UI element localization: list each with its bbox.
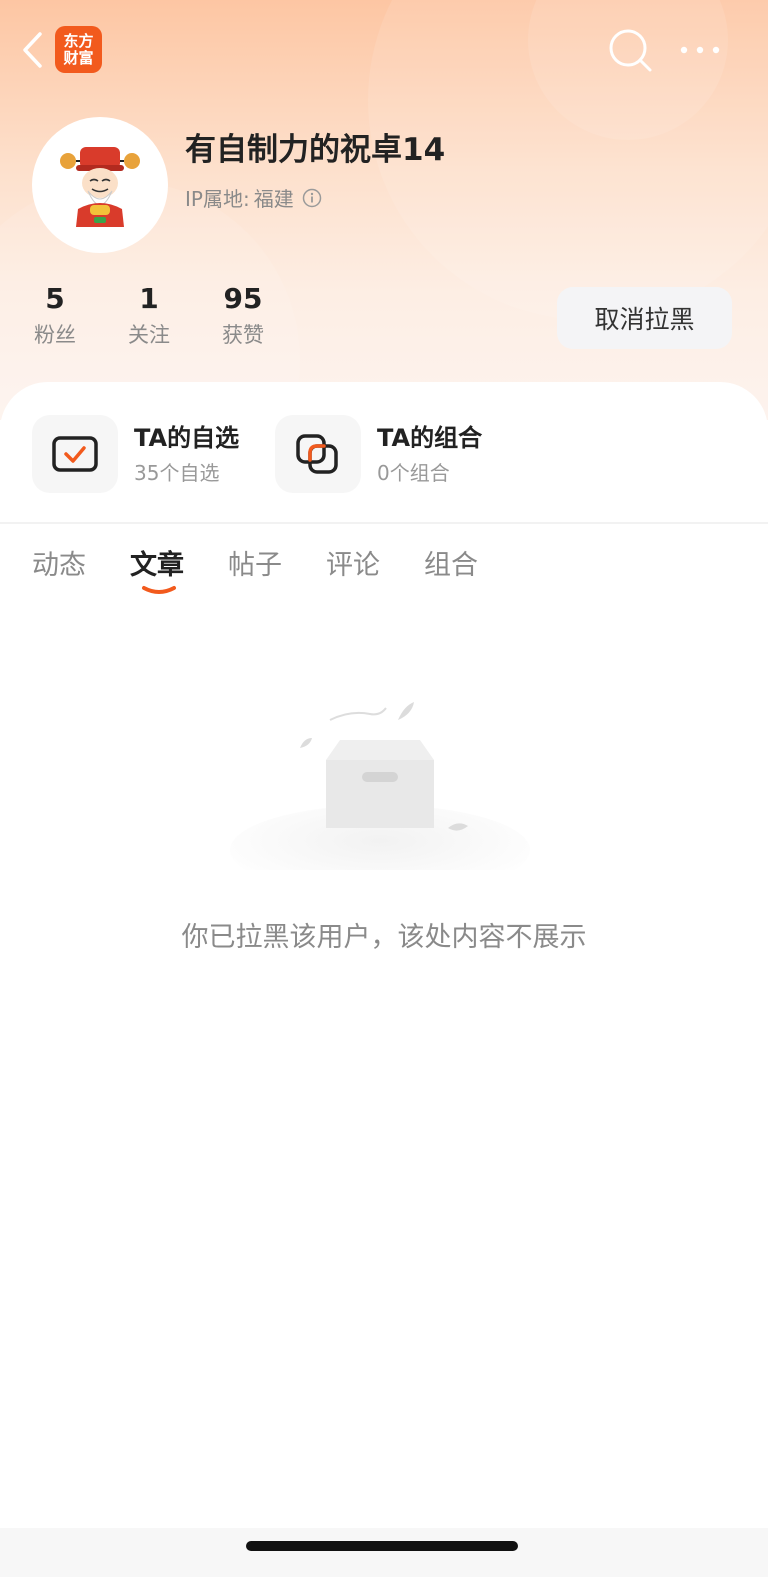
stat-value: 5: [45, 282, 65, 315]
stat-likes[interactable]: 95 获赞: [203, 282, 283, 348]
stat-label: 关注: [128, 323, 170, 347]
feature-portfolio[interactable]: TA的组合 0个组合: [275, 415, 482, 493]
portfolio-icon: [275, 415, 361, 493]
tab-portfolios[interactable]: 组合: [424, 543, 478, 582]
unblock-button[interactable]: 取消拉黑: [557, 287, 732, 349]
feature-subtitle: 35个自选: [134, 461, 220, 485]
ip-label: IP属地:: [185, 187, 250, 211]
search-button[interactable]: [606, 26, 654, 74]
tab-articles[interactable]: 文章: [130, 543, 184, 582]
back-button[interactable]: [14, 28, 50, 72]
watchlist-check-icon: [32, 415, 118, 493]
feature-title: TA的组合: [377, 424, 483, 452]
username: 有自制力的祝卓14: [185, 132, 446, 168]
ip-value: 福建: [253, 187, 294, 211]
feature-title: TA的自选: [134, 424, 240, 452]
empty-state-message: 你已拉黑该用户，该处内容不展示: [181, 922, 587, 953]
avatar[interactable]: [32, 117, 168, 253]
tab-dynamics[interactable]: 动态: [32, 543, 86, 582]
stat-value: 1: [139, 282, 159, 315]
avatar-image: [60, 147, 140, 227]
feature-watchlist[interactable]: TA的自选 35个自选: [32, 415, 239, 493]
tab-posts[interactable]: 帖子: [228, 543, 282, 582]
tab-comments[interactable]: 评论: [326, 543, 380, 582]
home-indicator[interactable]: [246, 1541, 518, 1551]
info-icon[interactable]: [302, 188, 322, 208]
logo-text-line1: 东方: [63, 31, 94, 50]
search-icon: [609, 29, 652, 72]
stat-label: 获赞: [222, 323, 264, 347]
more-dots-icon: [680, 46, 720, 54]
empty-box-icon: [230, 702, 530, 870]
user-profile-page: 东方 财富 有自制力的祝卓14 IP属地: 福建 5 粉丝 1 关注 95 获赞…: [0, 0, 768, 1577]
ip-location: IP属地: 福建: [185, 183, 322, 212]
stat-followers[interactable]: 5 粉丝: [15, 282, 95, 348]
chevron-left-icon: [23, 32, 42, 68]
home-indicator-area: [0, 1528, 768, 1577]
logo-text-line2: 财富: [63, 48, 94, 67]
section-divider: [0, 522, 768, 524]
more-button[interactable]: [676, 30, 724, 70]
stat-label: 粉丝: [34, 323, 76, 347]
stat-following[interactable]: 1 关注: [109, 282, 189, 348]
active-tab-indicator: [142, 586, 176, 594]
stat-value: 95: [223, 282, 263, 315]
app-logo: 东方 财富: [55, 26, 102, 73]
profile-content-card: [0, 382, 768, 1577]
feature-subtitle: 0个组合: [377, 461, 450, 485]
